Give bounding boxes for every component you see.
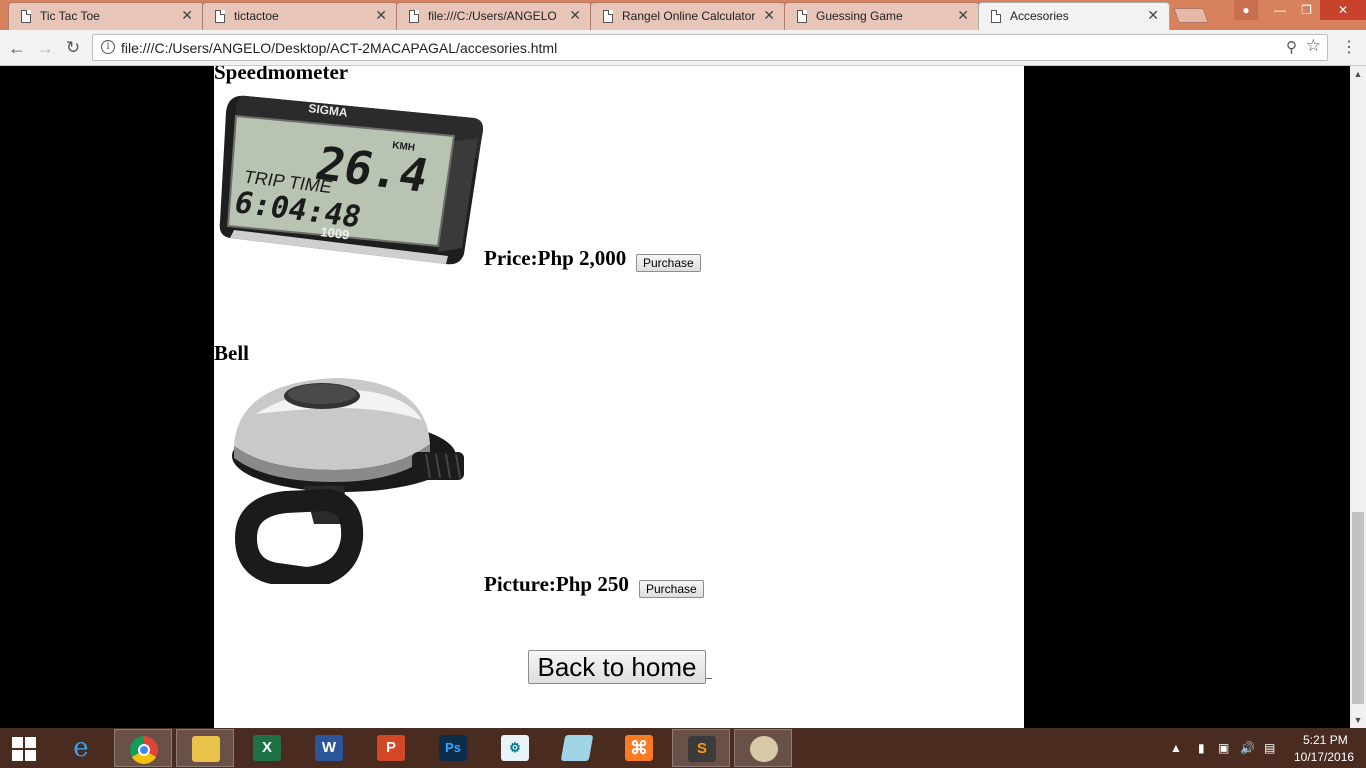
notepad-icon[interactable] (548, 729, 606, 767)
volume-icon[interactable]: 🔊 (1240, 741, 1255, 755)
file-explorer-icon[interactable] (176, 729, 234, 767)
vertical-scrollbar[interactable]: ▲ ▼ (1350, 66, 1366, 728)
tab-title: Accesories (1010, 9, 1069, 23)
tab-guessing-game[interactable]: Guessing Game ✕ (784, 2, 980, 30)
network-icon[interactable]: ▤ (1264, 741, 1275, 755)
sublime-text-icon[interactable]: S (672, 729, 730, 767)
price-label: Picture:Php 250 (484, 572, 629, 596)
reload-icon[interactable]: ↻ (62, 37, 84, 59)
minimize-button[interactable]: — (1267, 0, 1293, 20)
product-title: Speedmometer (214, 66, 349, 84)
page-icon (991, 10, 1001, 23)
tab-tic-tac-toe[interactable]: Tic Tac Toe ✕ (8, 2, 204, 30)
back-arrow-icon[interactable]: ← (6, 37, 28, 59)
purchase-button[interactable]: Purchase (639, 580, 704, 598)
page-icon (603, 10, 613, 23)
chrome-icon[interactable] (114, 729, 172, 767)
tab-tictactoe[interactable]: tictactoe ✕ (202, 2, 398, 30)
close-icon[interactable]: ✕ (763, 8, 775, 22)
tab-rangel-calculator[interactable]: Rangel Online Calculator ✕ (590, 2, 786, 30)
powerpoint-icon[interactable]: P (362, 729, 420, 767)
tab-title: Tic Tac Toe (40, 9, 100, 23)
excel-icon[interactable]: X (238, 729, 296, 767)
page-icon (215, 10, 225, 23)
tab-title: Guessing Game (816, 9, 903, 23)
bell-image (232, 378, 464, 584)
photoshop-icon[interactable]: Ps (424, 729, 482, 767)
paint-icon[interactable] (734, 729, 792, 767)
close-icon[interactable]: ✕ (957, 8, 969, 22)
page-icon (797, 10, 807, 23)
trailing-text: _ (706, 666, 712, 680)
close-window-button[interactable]: ✕ (1320, 0, 1366, 20)
word-icon[interactable]: W (300, 729, 358, 767)
browser-toolbar: ← → ↻ i file:///C:/Users/ANGELO/Desktop/… (0, 30, 1366, 66)
speedometer-image: SIGMA 26.4 KMH TRIP TIME 6:04:48 1009 (219, 95, 483, 265)
page-icon (409, 10, 419, 23)
close-icon[interactable]: ✕ (181, 8, 193, 22)
close-icon[interactable]: ✕ (375, 8, 387, 22)
scroll-down-arrow-icon[interactable]: ▼ (1350, 712, 1366, 728)
tab-file-url[interactable]: file:///C:/Users/ANGELO/ ✕ (396, 2, 592, 30)
user-profile-icon[interactable]: ● (1234, 0, 1258, 20)
forward-arrow-icon[interactable]: → (34, 37, 56, 59)
address-bar[interactable]: i file:///C:/Users/ANGELO/Desktop/ACT-2M… (92, 34, 1328, 61)
battery-icon[interactable]: ▮ (1198, 741, 1205, 755)
tab-accesories[interactable]: Accesories ✕ (978, 2, 1170, 30)
scroll-up-arrow-icon[interactable]: ▲ (1350, 66, 1366, 82)
zoom-icon[interactable]: ⚲ (1286, 38, 1297, 56)
product-title: Bell (214, 341, 249, 365)
page-icon (21, 10, 31, 23)
close-icon[interactable]: ✕ (569, 8, 581, 22)
tab-title: file:///C:/Users/ANGELO/ (428, 9, 556, 23)
windows-taskbar: e X W P Ps ⚙ ⌘ S ▲ ▮ ▣ 🔊 ▤ 5:21 PM 10/17… (0, 728, 1366, 768)
internet-explorer-icon[interactable]: e (52, 729, 110, 767)
info-icon[interactable]: i (101, 40, 115, 54)
bookmark-star-icon[interactable]: ☆ (1306, 36, 1321, 56)
back-to-home-button[interactable]: Back to home (528, 650, 706, 684)
windows-start-icon[interactable] (0, 728, 50, 768)
mysql-installer-icon[interactable]: ⚙ (486, 729, 544, 767)
purchase-button[interactable]: Purchase (636, 254, 701, 272)
url-text[interactable]: file:///C:/Users/ANGELO/Desktop/ACT-2MAC… (121, 40, 557, 56)
clock-time[interactable]: 5:21 PM (1303, 733, 1348, 747)
xampp-icon[interactable]: ⌘ (610, 729, 668, 767)
chrome-menu-icon[interactable]: ⋮ (1340, 39, 1358, 57)
scrollbar-thumb[interactable] (1352, 512, 1364, 704)
close-icon[interactable]: ✕ (1147, 8, 1159, 22)
tab-title: Rangel Online Calculator (622, 9, 756, 23)
new-tab-button[interactable] (1173, 8, 1209, 23)
show-hidden-icons-icon[interactable]: ▲ (1170, 741, 1182, 755)
page-content: Speedmometer SIGMA 26.4 KMH TRIP TIME 6:… (214, 66, 1024, 728)
restore-button[interactable]: ❐ (1293, 0, 1320, 20)
action-center-icon[interactable]: ▣ (1218, 741, 1229, 755)
price-label: Price:Php 2,000 (484, 246, 627, 270)
tab-title: tictactoe (234, 9, 279, 23)
page-viewport: Speedmometer SIGMA 26.4 KMH TRIP TIME 6:… (0, 66, 1350, 728)
clock-date[interactable]: 10/17/2016 (1294, 750, 1354, 764)
tab-strip: Tic Tac Toe ✕ tictactoe ✕ file:///C:/Use… (0, 0, 1366, 30)
